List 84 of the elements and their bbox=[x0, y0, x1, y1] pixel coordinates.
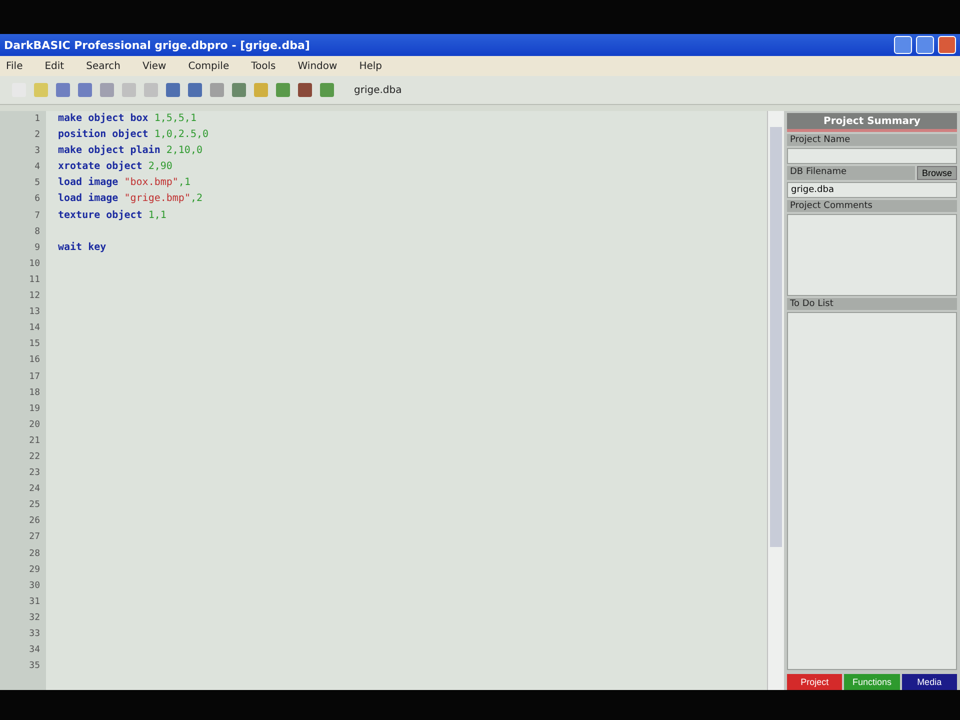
filename-field[interactable]: grige.dba bbox=[787, 182, 957, 198]
minimize-button[interactable] bbox=[894, 36, 912, 54]
field-label: DB Filename bbox=[787, 166, 915, 180]
line-number: 6 bbox=[34, 193, 40, 206]
line-number: 19 bbox=[29, 402, 40, 416]
line-number: 26 bbox=[29, 515, 40, 528]
toolbar-icon[interactable] bbox=[100, 83, 114, 97]
line-number: 8 bbox=[34, 226, 40, 239]
line-number: 14 bbox=[29, 322, 40, 336]
line-number: 24 bbox=[29, 483, 40, 496]
toolbar-icon[interactable] bbox=[166, 83, 180, 97]
toolbar-icon[interactable] bbox=[122, 83, 136, 97]
line-number: 13 bbox=[29, 306, 40, 320]
line-number: 7 bbox=[34, 210, 40, 223]
line-number: 3 bbox=[34, 145, 40, 158]
toolbar-icon[interactable] bbox=[56, 83, 70, 97]
line-number: 33 bbox=[29, 628, 40, 641]
code-line: make object plain 2,10,0 bbox=[58, 144, 204, 158]
panel-tab[interactable]: Functions bbox=[844, 674, 900, 690]
line-number: 22 bbox=[29, 450, 40, 464]
field-label: Project Comments bbox=[787, 200, 957, 212]
line-number: 34 bbox=[29, 644, 40, 658]
line-number: 17 bbox=[29, 370, 40, 384]
line-number: 2 bbox=[34, 129, 40, 142]
code-line: make object box 1,5,5,1 bbox=[58, 112, 198, 126]
toolbar-icon[interactable] bbox=[34, 83, 48, 97]
code-line: texture object 1,1 bbox=[58, 208, 168, 223]
code-line: position object 1,0,2.5,0 bbox=[58, 128, 210, 142]
toolbar-icon[interactable] bbox=[276, 83, 290, 97]
line-number: 31 bbox=[29, 596, 40, 609]
section-header[interactable]: To Do List bbox=[787, 298, 957, 310]
toolbar-icon[interactable] bbox=[144, 83, 158, 97]
menu-item[interactable]: Edit bbox=[44, 60, 64, 72]
line-number: 10 bbox=[29, 258, 40, 271]
code-line: xrotate object 2,90 bbox=[58, 160, 174, 174]
line-number: 16 bbox=[29, 354, 40, 368]
line-number: 4 bbox=[34, 161, 40, 174]
line-number: 25 bbox=[29, 499, 40, 512]
line-number: 11 bbox=[29, 274, 40, 287]
menu-item[interactable]: Help bbox=[359, 60, 382, 72]
maximize-button[interactable] bbox=[916, 36, 934, 54]
line-number: 15 bbox=[29, 338, 40, 352]
toolbar-icon[interactable] bbox=[232, 83, 246, 97]
comments-field[interactable] bbox=[787, 214, 957, 296]
close-button[interactable] bbox=[938, 36, 956, 54]
code-line: load image "box.bmp",1 bbox=[58, 176, 192, 190]
panel-title: Project Summary bbox=[787, 113, 957, 132]
scrollbar[interactable] bbox=[767, 111, 784, 690]
panel-tab[interactable]: Project bbox=[787, 674, 842, 690]
toolbar-icon[interactable] bbox=[188, 83, 202, 97]
browse-button[interactable]: Browse bbox=[916, 166, 957, 180]
line-number: 12 bbox=[29, 290, 40, 304]
menu-item[interactable]: Compile bbox=[188, 60, 230, 72]
line-number: 18 bbox=[29, 386, 40, 400]
menu-item[interactable]: File bbox=[6, 60, 23, 72]
menu-item[interactable]: Search bbox=[86, 60, 120, 72]
toolbar-icon[interactable] bbox=[78, 83, 92, 97]
line-number: 21 bbox=[29, 434, 40, 448]
toolbar-icon[interactable] bbox=[298, 83, 312, 97]
field-label: Project Name bbox=[787, 134, 957, 146]
panel-tab[interactable]: Media bbox=[902, 674, 957, 690]
line-number: 20 bbox=[29, 418, 40, 432]
menu-item[interactable]: View bbox=[142, 60, 166, 72]
line-number: 1 bbox=[34, 113, 40, 126]
window-title: DarkBASIC Professional grige.dbpro - [grige.dba] bbox=[4, 38, 311, 52]
line-number: 30 bbox=[29, 580, 40, 593]
project-name-field[interactable] bbox=[787, 148, 957, 164]
line-number: 29 bbox=[29, 564, 40, 577]
line-number: 27 bbox=[29, 531, 40, 544]
line-number: 9 bbox=[34, 242, 40, 255]
line-number: 28 bbox=[29, 548, 40, 561]
line-number: 35 bbox=[29, 660, 40, 674]
toolbar-icon[interactable] bbox=[254, 83, 268, 97]
todo-list[interactable] bbox=[787, 312, 957, 670]
menu-item[interactable]: Window bbox=[298, 60, 338, 72]
code-line: wait key bbox=[58, 240, 108, 255]
toolbar-icon[interactable] bbox=[320, 83, 334, 97]
line-number: 23 bbox=[29, 467, 40, 480]
code-line: load image "grige.bmp",2 bbox=[58, 192, 204, 206]
toolbar-icon[interactable] bbox=[210, 83, 224, 97]
line-number: 5 bbox=[34, 177, 40, 190]
line-number: 32 bbox=[29, 612, 40, 625]
menu-item[interactable]: Tools bbox=[251, 60, 276, 72]
file-dropdown[interactable]: grige.dba bbox=[354, 84, 484, 96]
